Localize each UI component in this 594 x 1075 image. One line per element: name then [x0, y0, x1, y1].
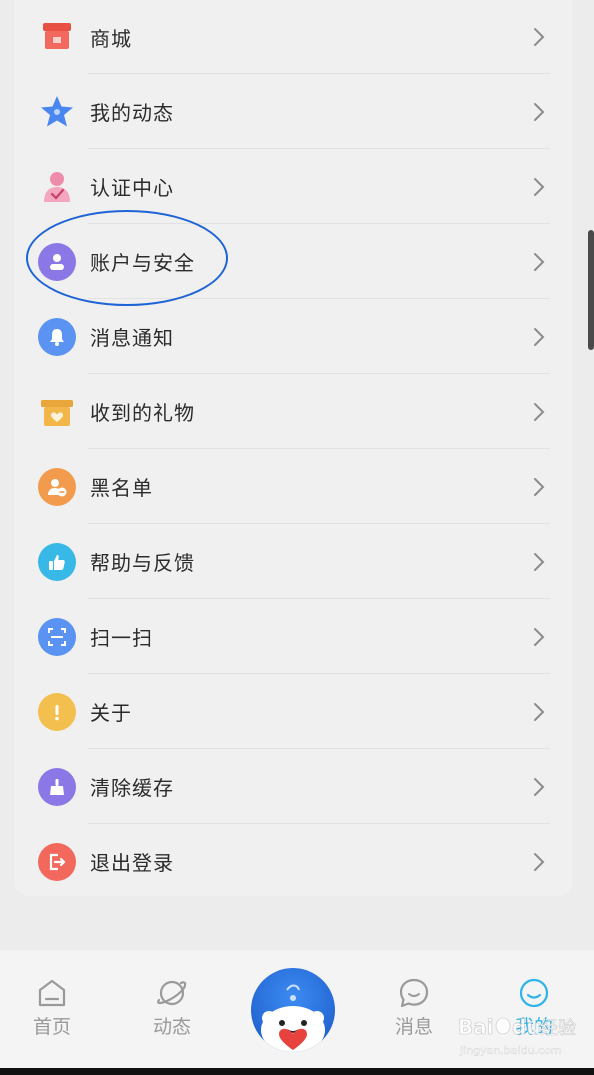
- chevron-right-icon: [534, 402, 545, 421]
- tab-home[interactable]: 首页: [12, 976, 92, 1039]
- center-mascot-button[interactable]: [251, 968, 335, 1052]
- bell-icon: [38, 317, 76, 356]
- chevron-right-icon: [534, 28, 545, 46]
- bottom-tab-bar: 首页 动态 消息 我的 Bai du 经验 jingyan.baidu.com: [0, 950, 594, 1068]
- smile-icon: [519, 978, 549, 1008]
- menu-item-label: 商城: [90, 26, 132, 51]
- chevron-right-icon: [534, 177, 545, 196]
- menu-item-notifications[interactable]: 消息通知: [14, 299, 572, 374]
- svg-text:jingyan.baidu.com: jingyan.baidu.com: [459, 1044, 562, 1057]
- broom-icon: [38, 767, 76, 806]
- menu-item-logout[interactable]: 退出登录: [14, 824, 572, 899]
- chevron-right-icon: [534, 777, 545, 796]
- settings-menu: 商城 我的动态 认证中心 账户与安全 消息通知 收到的礼物 黑名单 帮助与反馈 …: [14, 0, 572, 899]
- chevron-right-icon: [534, 102, 545, 121]
- tab-mine[interactable]: 我的: [494, 976, 574, 1039]
- menu-item-label: 扫一扫: [90, 626, 153, 650]
- menu-item-label: 关于: [90, 701, 132, 725]
- thumbs-up-icon: [38, 542, 76, 581]
- menu-item-label: 黑名单: [90, 476, 153, 500]
- menu-item-label: 退出登录: [90, 851, 174, 875]
- store-icon: [38, 18, 76, 56]
- scan-icon: [38, 617, 76, 656]
- chevron-right-icon: [534, 477, 545, 496]
- chevron-right-icon: [534, 627, 545, 646]
- chevron-right-icon: [534, 552, 545, 571]
- menu-item-gifts[interactable]: 收到的礼物: [14, 374, 572, 449]
- scrollbar[interactable]: [588, 230, 594, 350]
- menu-item-label: 账户与安全: [90, 251, 195, 275]
- chevron-right-icon: [534, 327, 545, 346]
- blacklist-user-icon: [38, 467, 76, 506]
- home-icon: [38, 979, 66, 1007]
- menu-item-clear-cache[interactable]: 清除缓存: [14, 749, 572, 824]
- star-icon: [38, 93, 76, 131]
- gift-box-icon: [38, 393, 76, 431]
- account-icon: [38, 242, 76, 281]
- menu-item-help-feedback[interactable]: 帮助与反馈: [14, 524, 572, 599]
- menu-item-store[interactable]: 商城: [14, 0, 572, 74]
- chevron-right-icon: [534, 252, 545, 271]
- chat-bubble-icon: [399, 978, 429, 1008]
- tab-moments[interactable]: 动态: [132, 976, 212, 1039]
- menu-item-label: 收到的礼物: [90, 401, 195, 425]
- logout-icon: [38, 842, 76, 881]
- menu-item-blacklist[interactable]: 黑名单: [14, 449, 572, 524]
- menu-item-my-posts[interactable]: 我的动态: [14, 74, 572, 149]
- menu-item-about[interactable]: 关于: [14, 674, 572, 749]
- menu-item-label: 清除缓存: [90, 776, 174, 800]
- tab-label: 动态: [152, 1016, 191, 1038]
- tab-label: 我的: [514, 1016, 553, 1038]
- menu-item-label: 我的动态: [90, 101, 174, 125]
- menu-item-label: 消息通知: [90, 326, 174, 350]
- certified-user-icon: [38, 168, 76, 206]
- exclamation-icon: [38, 692, 76, 731]
- menu-item-account-security[interactable]: 账户与安全: [14, 224, 572, 299]
- chevron-right-icon: [534, 852, 545, 871]
- planet-icon: [157, 980, 187, 1006]
- svg-text:Bai: Bai: [458, 1015, 494, 1039]
- mascot-icon: [261, 984, 325, 1052]
- menu-item-certification[interactable]: 认证中心: [14, 149, 572, 224]
- menu-item-scan[interactable]: 扫一扫: [14, 599, 572, 674]
- chevron-right-icon: [534, 702, 545, 721]
- tab-messages[interactable]: 消息: [374, 976, 454, 1039]
- menu-item-label: 帮助与反馈: [90, 551, 195, 575]
- system-nav-bar: [0, 1068, 594, 1075]
- menu-item-label: 认证中心: [90, 176, 174, 200]
- tab-label: 首页: [32, 1016, 71, 1038]
- settings-card: 商城 我的动态 认证中心 账户与安全 消息通知 收到的礼物 黑名单 帮助与反馈 …: [14, 0, 572, 896]
- tab-label: 消息: [394, 1016, 433, 1038]
